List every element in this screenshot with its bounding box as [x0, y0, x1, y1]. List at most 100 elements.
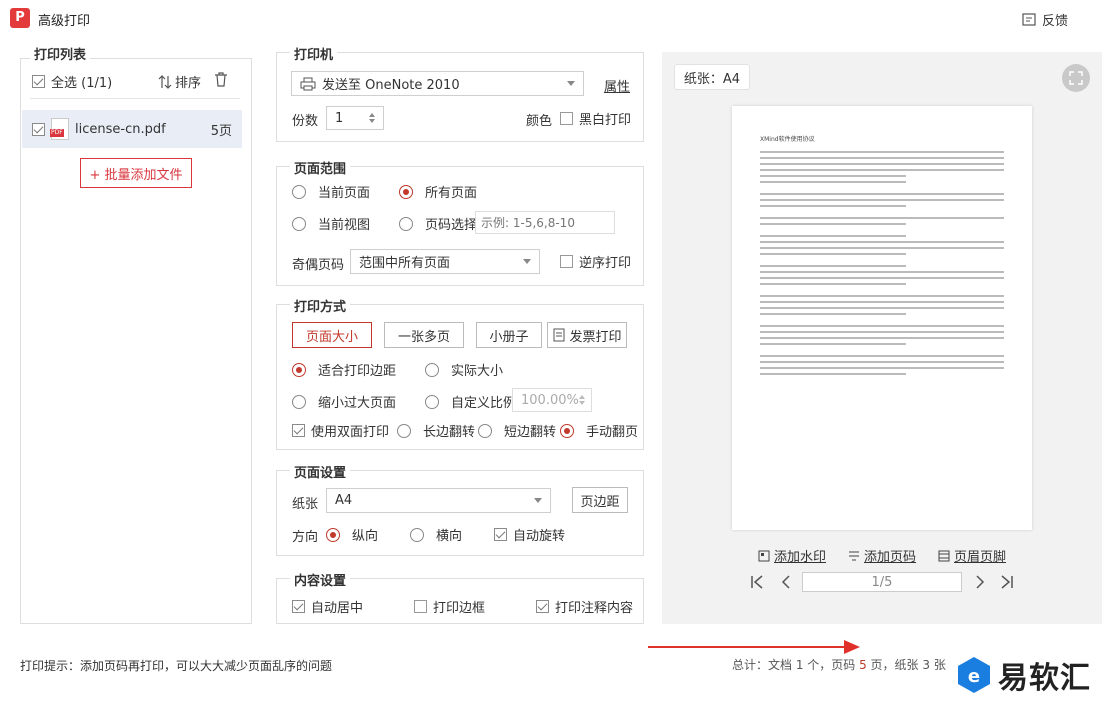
- doc-text-line: [760, 199, 1004, 201]
- actual-size-option[interactable]: 实际大小: [425, 360, 503, 379]
- fit-margin-option[interactable]: 适合打印边距: [292, 360, 396, 379]
- sort-label: 排序: [175, 76, 202, 91]
- file-list-item[interactable]: PDF license-cn.pdf 5页: [22, 110, 242, 148]
- range-current-page[interactable]: 当前页面: [292, 182, 370, 201]
- next-page-icon[interactable]: [974, 575, 986, 589]
- bw-print-checkbox[interactable]: [560, 112, 573, 125]
- range-all-pages[interactable]: 所有页面: [399, 182, 477, 201]
- printer-properties-link[interactable]: 属性: [604, 76, 630, 95]
- header-footer-link[interactable]: 页眉页脚: [938, 546, 1006, 565]
- prev-page-icon[interactable]: [780, 575, 792, 589]
- brand-watermark: e 易软汇: [952, 648, 1112, 702]
- increment-icon[interactable]: [369, 113, 375, 117]
- print-annotations-checkbox[interactable]: [536, 600, 549, 613]
- reverse-print-option[interactable]: 逆序打印: [560, 252, 631, 271]
- increment-icon[interactable]: [578, 395, 585, 399]
- doc-text-line: [760, 301, 1004, 303]
- file-name: license-cn.pdf: [75, 121, 166, 137]
- brand-logo-icon: e: [958, 657, 990, 693]
- sort-button[interactable]: 排序: [158, 72, 201, 91]
- add-files-button[interactable]: + 批量添加文件: [80, 158, 192, 188]
- decrement-icon[interactable]: [369, 119, 375, 123]
- app-logo-icon: P: [10, 8, 30, 28]
- mode-invoice-button[interactable]: 发票打印: [547, 322, 627, 348]
- mode-multi-page-button[interactable]: 一张多页: [384, 322, 464, 348]
- mode-page-size-button[interactable]: 页面大小: [292, 322, 372, 348]
- manual-flip-option[interactable]: 手动翻页: [560, 421, 638, 440]
- paper-size-badge: 纸张：A4: [674, 64, 750, 90]
- doc-text-line: [760, 367, 1004, 369]
- range-page-select[interactable]: 页码选择: [399, 214, 477, 233]
- doc-text-line: [760, 373, 907, 375]
- feedback-button[interactable]: 反馈: [1022, 10, 1068, 29]
- long-edge-option[interactable]: 长边翻转: [397, 421, 475, 440]
- odd-even-select[interactable]: 范围中所有页面: [350, 249, 540, 274]
- doc-text-line: [760, 181, 907, 183]
- orientation-label: 方向: [292, 530, 319, 545]
- preview-page: XMind软件使用协议: [732, 106, 1032, 530]
- margins-button[interactable]: 页边距: [572, 487, 628, 513]
- paper-select[interactable]: A4: [326, 488, 551, 513]
- doc-text-line: [760, 343, 907, 345]
- printer-select[interactable]: 发送至 OneNote 2010: [291, 71, 584, 96]
- window-title: 高级打印: [38, 14, 91, 29]
- doc-text-line: [760, 253, 907, 255]
- doc-text-line: [760, 313, 907, 315]
- page-select-input[interactable]: [475, 211, 615, 234]
- doc-text-line: [760, 157, 1004, 159]
- doc-text-line: [760, 217, 1004, 219]
- print-list-title: 打印列表: [30, 44, 91, 63]
- first-page-icon[interactable]: [750, 575, 764, 589]
- fullscreen-button[interactable]: [1062, 64, 1090, 92]
- last-page-icon[interactable]: [1000, 575, 1014, 589]
- duplex-checkbox[interactable]: [292, 424, 305, 437]
- invoice-icon: [553, 328, 565, 342]
- select-all-checkbox[interactable]: [32, 75, 45, 88]
- add-page-number-link[interactable]: 添加页码: [848, 546, 916, 565]
- scale-stepper[interactable]: 100.00%: [512, 388, 592, 412]
- doc-text-line: [760, 241, 1004, 243]
- header-footer-icon: [938, 550, 950, 561]
- printer-icon: [300, 77, 316, 90]
- svg-text:e: e: [968, 666, 980, 687]
- auto-rotate-checkbox[interactable]: [494, 528, 507, 541]
- select-all[interactable]: 全选 (1/1): [32, 72, 112, 91]
- doc-text-line: [760, 337, 1004, 339]
- printer-title: 打印机: [290, 44, 338, 63]
- copies-stepper[interactable]: 1: [326, 106, 384, 130]
- bw-print-option[interactable]: 黑白打印: [560, 109, 631, 128]
- doc-text-line: [760, 193, 1004, 195]
- print-summary: 总计：文档 1 个，页码 5 页，纸张 3 张: [732, 658, 946, 672]
- doc-text-line: [760, 277, 1004, 279]
- decrement-icon[interactable]: [578, 401, 585, 405]
- file-checkbox[interactable]: [32, 122, 45, 136]
- mode-booklet-button[interactable]: 小册子: [476, 322, 542, 348]
- chevron-down-icon: [534, 498, 542, 503]
- doc-text-line: [760, 205, 907, 207]
- auto-center-checkbox[interactable]: [292, 600, 305, 613]
- chevron-down-icon: [523, 259, 531, 264]
- auto-rotate-option[interactable]: 自动旋转: [494, 525, 565, 544]
- color-label: 颜色: [526, 114, 553, 129]
- doc-text-line: [760, 163, 1004, 165]
- doc-text-line: [760, 235, 907, 237]
- print-border-option[interactable]: 打印边框: [414, 597, 485, 616]
- shrink-option[interactable]: 缩小过大页面: [292, 392, 396, 411]
- auto-center-option[interactable]: 自动居中: [292, 597, 363, 616]
- file-pages: 5页: [210, 123, 232, 139]
- page-indicator[interactable]: 1/5: [802, 572, 962, 592]
- portrait-option[interactable]: 纵向: [326, 525, 378, 544]
- reverse-print-checkbox[interactable]: [560, 255, 573, 268]
- print-annotations-option[interactable]: 打印注释内容: [536, 597, 633, 616]
- delete-icon[interactable]: [214, 72, 228, 87]
- print-border-checkbox[interactable]: [414, 600, 427, 613]
- custom-scale-option[interactable]: 自定义比例: [425, 392, 516, 411]
- landscape-option[interactable]: 横向: [410, 525, 462, 544]
- range-current-view[interactable]: 当前视图: [292, 214, 370, 233]
- duplex-option[interactable]: 使用双面打印: [292, 421, 389, 440]
- doc-text-line: [760, 151, 1004, 153]
- doc-text-line: [760, 223, 907, 225]
- add-watermark-link[interactable]: 添加水印: [758, 546, 826, 565]
- short-edge-option[interactable]: 短边翻转: [478, 421, 556, 440]
- doc-text-line: [760, 247, 1004, 249]
